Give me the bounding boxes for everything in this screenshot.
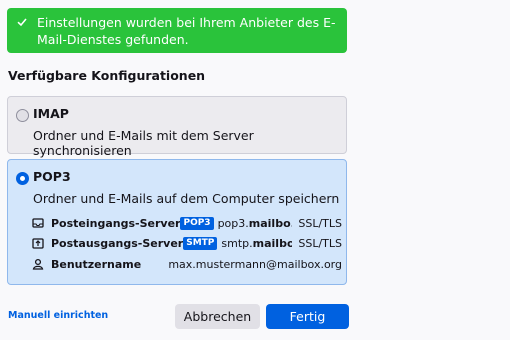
- incoming-protocol-badge: POP3: [180, 216, 214, 230]
- outgoing-server-label: Postausgangs-Server: [51, 236, 184, 250]
- done-button[interactable]: Fertig: [266, 304, 349, 329]
- incoming-host: pop3.mailbo...: [217, 216, 293, 230]
- config-option-pop3[interactable]: POP3 Ordner und E-Mails auf dem Computer…: [7, 159, 347, 285]
- pop3-radio[interactable]: [16, 172, 29, 185]
- pop3-description: Ordner und E-Mails auf dem Computer spei…: [33, 191, 340, 206]
- outgoing-host: smtp.mailbo...: [221, 236, 293, 250]
- section-title: Verfügbare Konfigurationen: [8, 68, 206, 83]
- user-icon: [32, 258, 44, 270]
- username-value: max.mustermann@mailbox.org: [168, 257, 342, 271]
- incoming-server-row: Posteingangs-Server POP3 pop3.mailbo... …: [32, 215, 342, 231]
- username-row: Benutzername max.mustermann@mailbox.org: [32, 256, 342, 272]
- imap-description: Ordner und E-Mails mit dem Server synchr…: [33, 128, 254, 158]
- username-label: Benutzername: [51, 257, 142, 271]
- outgoing-security: SSL/TLS: [298, 236, 342, 250]
- banner-message: Einstellungen wurden bei Ihrem Anbieter …: [37, 15, 336, 47]
- cancel-button[interactable]: Abbrechen: [175, 304, 260, 329]
- outgoing-server-row: Postausgangs-Server SMTP smtp.mailbo... …: [32, 235, 342, 251]
- outbox-icon: [32, 238, 44, 249]
- incoming-server-label: Posteingangs-Server: [51, 216, 181, 230]
- success-banner: Einstellungen wurden bei Ihrem Anbieter …: [7, 8, 347, 53]
- outgoing-protocol-badge: SMTP: [183, 236, 218, 250]
- imap-title: IMAP: [33, 106, 69, 121]
- config-option-imap[interactable]: IMAP Ordner und E-Mails mit dem Server s…: [7, 96, 347, 158]
- checkmark-icon: [17, 18, 27, 27]
- pop3-title: POP3: [33, 169, 71, 184]
- manual-setup-link[interactable]: Manuell einrichten: [8, 310, 108, 321]
- incoming-security: SSL/TLS: [298, 216, 342, 230]
- imap-radio[interactable]: [16, 109, 29, 122]
- inbox-icon: [32, 218, 44, 228]
